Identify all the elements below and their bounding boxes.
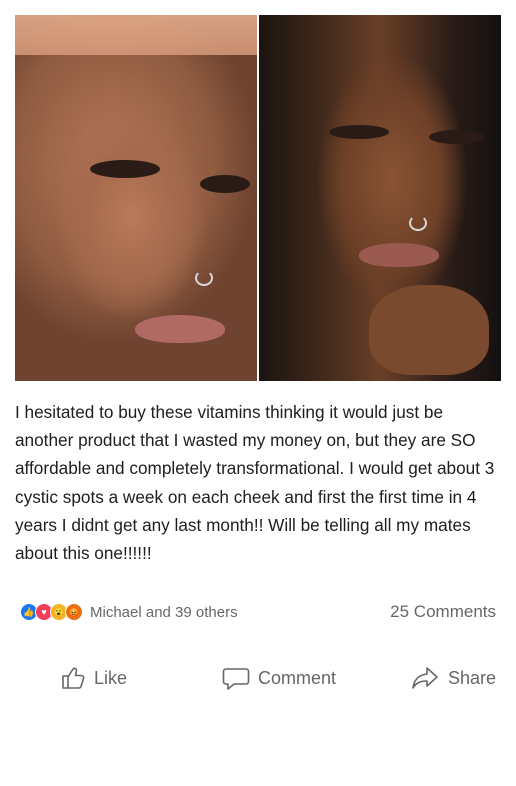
- post-photo-collage[interactable]: [15, 15, 501, 381]
- angry-reaction-icon: 😡: [65, 603, 83, 621]
- eye: [90, 160, 160, 178]
- eye: [429, 130, 484, 144]
- share-label: Share: [448, 667, 497, 688]
- reactions-summary[interactable]: 👍 ♥ 😮 😡 Michael and 39 others: [20, 603, 238, 621]
- share-button[interactable]: Share: [410, 660, 496, 696]
- after-photo[interactable]: [259, 15, 501, 381]
- like-button[interactable]: Like: [60, 660, 127, 696]
- comment-button[interactable]: Comment: [222, 660, 336, 696]
- reactions-summary-text[interactable]: Michael and 39 others: [90, 604, 238, 621]
- headband: [15, 15, 257, 55]
- comment-bubble-icon: [222, 668, 250, 690]
- post-meta-row: 👍 ♥ 😮 😡 Michael and 39 others 25 Comment…: [20, 600, 496, 624]
- comment-label: Comment: [258, 667, 337, 688]
- before-photo[interactable]: [15, 15, 257, 381]
- post-actions-bar: Like Comment Share: [0, 660, 516, 696]
- nose-ring: [409, 215, 427, 231]
- thumbs-up-icon: [62, 667, 85, 689]
- comments-count[interactable]: 25 Comments: [390, 602, 496, 622]
- nose-ring: [195, 270, 213, 286]
- lips: [135, 315, 225, 343]
- post-text: I hesitated to buy these vitamins thinki…: [15, 402, 495, 564]
- eye: [329, 125, 389, 139]
- lips: [359, 243, 439, 267]
- like-label: Like: [94, 667, 128, 688]
- hand: [369, 285, 489, 375]
- eye: [200, 175, 250, 193]
- share-arrow-icon: [412, 667, 438, 689]
